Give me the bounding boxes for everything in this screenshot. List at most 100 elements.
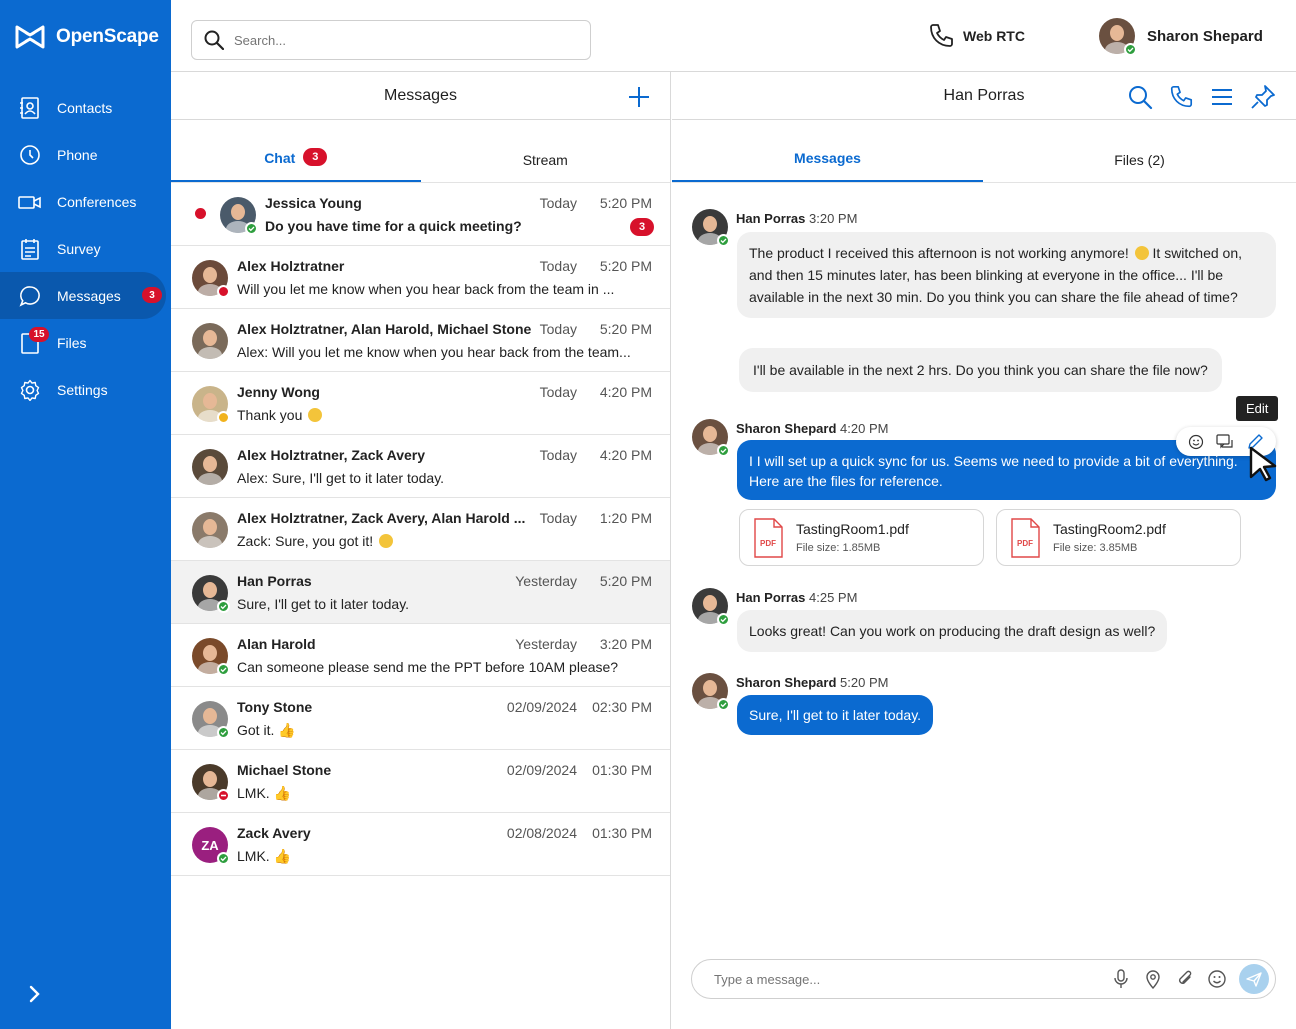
message-text: Looks great! Can you work on producing t… [749, 623, 1156, 639]
tab-chat[interactable]: Chat 3 [171, 120, 421, 182]
file-size: File size: 1.85MB [796, 542, 881, 554]
chat-bubble-icon [18, 284, 42, 308]
avatar [192, 638, 230, 676]
conversation-row[interactable]: ZA Zack Avery 02/08/2024 01:30 PM LMK. 👍 [171, 813, 670, 876]
message-text: The product I received this afternoon is… [749, 245, 1129, 261]
status-dnd-icon [217, 789, 230, 802]
react-button[interactable] [1188, 434, 1204, 450]
attach-file-button[interactable] [1175, 968, 1195, 990]
conversation-preview: Can someone please send me the PPT befor… [237, 659, 653, 675]
conversation-name: Zack Avery [237, 825, 311, 841]
conversation-name: Alex Holztratner, Zack Avery, Alan Harol… [237, 510, 526, 526]
status-online-icon [717, 698, 730, 711]
conversation-time: 1:20 PM [599, 510, 652, 526]
sidebar-item-messages[interactable]: Messages 3 [0, 272, 166, 319]
message-bubble[interactable]: Looks great! Can you work on producing t… [737, 610, 1168, 652]
thumbs-up-emoji-icon: 👍 [273, 785, 292, 801]
preview-text: Will you let me know when you hear back … [237, 281, 615, 297]
file-size: File size: 3.85MB [1053, 542, 1138, 554]
conversation-date: Today [539, 258, 577, 274]
chevron-right-icon [29, 985, 40, 1003]
reply-button[interactable] [1216, 433, 1234, 450]
conversation-time: 5:20 PM [599, 321, 652, 337]
avatar [192, 701, 230, 739]
conversation-row[interactable]: Alex Holztratner, Zack Avery, Alan Harol… [171, 498, 670, 561]
conversation-row[interactable]: Tony Stone 02/09/2024 02:30 PM Got it. 👍 [171, 687, 670, 750]
conversation-name: Alex Holztratner, Zack Avery [237, 447, 426, 463]
global-search[interactable] [191, 20, 591, 60]
conversation-name: Alex Holztratner [237, 258, 345, 274]
conversation-row[interactable]: Han Porras Yesterday 5:20 PM Sure, I'll get… [171, 561, 670, 624]
menu-button[interactable] [1209, 84, 1235, 110]
conversation-row[interactable]: Alex Holztratner, Zack Avery Today 4:20 PM… [171, 435, 670, 498]
tab-files[interactable]: Files (2) [983, 120, 1296, 182]
message-time: 5:20 PM [840, 675, 889, 690]
hamburger-menu-icon [1212, 89, 1232, 105]
avatar [192, 260, 230, 298]
new-message-button[interactable] [628, 86, 650, 113]
status-online-icon [717, 613, 730, 626]
file-type-label: PDF [760, 539, 776, 548]
avatar-photo [192, 512, 228, 548]
status-busy-icon [217, 285, 230, 298]
mouse-pointer-icon [1248, 446, 1282, 487]
conversation-time: 01:30 PM [592, 825, 652, 841]
message-sender: Sharon Shepard 4:20 PM [736, 421, 888, 436]
message-input[interactable] [714, 971, 1094, 987]
sidebar-item-contacts[interactable]: Contacts [0, 84, 171, 131]
call-button[interactable] [1168, 84, 1194, 110]
emoji-icon [1208, 970, 1226, 988]
voice-message-button[interactable] [1111, 968, 1131, 990]
message-bubble[interactable]: I'll be available in the next 2 hrs. Do … [739, 348, 1222, 392]
app-logo[interactable]: OpenScape [14, 24, 159, 50]
avatar [192, 449, 228, 485]
sidebar-item-label: Messages [57, 287, 121, 304]
conversation-row[interactable]: Jessica Young Today 5:20 PM Do you have tim… [171, 183, 670, 246]
sidebar-item-survey[interactable]: Survey [0, 225, 171, 272]
sidebar-item-phone[interactable]: Phone [0, 131, 171, 178]
tab-label: Stream [522, 152, 568, 168]
file-attachment[interactable]: PDF TastingRoom2.pdf File size: 3.85MB [996, 509, 1241, 566]
status-online-icon [217, 852, 230, 865]
send-icon [1246, 972, 1262, 987]
contacts-icon [18, 96, 42, 120]
sidebar-item-files[interactable]: 15 Files [0, 319, 171, 366]
share-location-button[interactable] [1143, 968, 1163, 990]
sidebar-item-conferences[interactable]: Conferences [0, 178, 171, 225]
paperclip-icon [1179, 970, 1192, 984]
pin-button[interactable] [1250, 84, 1276, 110]
message-text: I'll be available in the next 2 hrs. Do … [753, 362, 1208, 378]
user-profile[interactable]: Sharon Shepard [1099, 18, 1263, 56]
search-chat-button[interactable] [1127, 84, 1153, 110]
sidebar-item-label: Files [57, 334, 87, 351]
file-icon: 15 [18, 326, 49, 355]
conversation-row[interactable]: Jenny Wong Today 4:20 PM Thank you [171, 372, 670, 435]
tab-stream[interactable]: Stream [421, 120, 671, 182]
conversation-row[interactable]: Michael Stone 02/09/2024 01:30 PM LMK. 👍 [171, 750, 670, 813]
status-online-icon [217, 726, 230, 739]
conversation-name: Alex Holztratner, Alan Harold, Michael S… [237, 321, 532, 337]
file-attachment[interactable]: PDF TastingRoom1.pdf File size: 1.85MB [739, 509, 984, 566]
conversation-time: 3:20 PM [599, 636, 652, 652]
conversation-row[interactable]: Alex Holztratner, Alan Harold, Michael S… [171, 309, 670, 372]
message-bubble[interactable]: The product I received this afternoon is… [737, 232, 1276, 318]
files-count-badge: 15 [29, 326, 49, 342]
pdf-file-icon: PDF [1009, 518, 1041, 563]
conversation-list: Jessica Young Today 5:20 PM Do you have tim… [171, 183, 670, 876]
webrtc-button[interactable]: Web RTC [927, 22, 1025, 50]
conversation-row[interactable]: Alex Holztratner Today 5:20 PM Will you let… [171, 246, 670, 309]
conversation-name: Tony Stone [237, 699, 313, 715]
emoji-picker-button[interactable] [1207, 969, 1227, 989]
conversation-date: Today [539, 447, 577, 463]
sidebar: OpenScape Contacts Phone Conferences Sur… [0, 0, 171, 1029]
conversation-date: Today [539, 321, 577, 337]
send-button[interactable] [1239, 964, 1269, 994]
message-bubble[interactable]: Sure, I'll get to it later today. [737, 695, 934, 735]
conversation-name: Alan Harold [237, 636, 316, 652]
conversation-row[interactable]: Alan Harold Yesterday 3:20 PM Can someone p… [171, 624, 670, 687]
tab-messages[interactable]: Messages [672, 120, 983, 182]
message-sender: Han Porras 4:25 PM [736, 590, 857, 605]
expand-sidebar-button[interactable] [26, 982, 44, 1011]
search-input[interactable] [234, 32, 564, 48]
sidebar-item-settings[interactable]: Settings [0, 366, 171, 413]
